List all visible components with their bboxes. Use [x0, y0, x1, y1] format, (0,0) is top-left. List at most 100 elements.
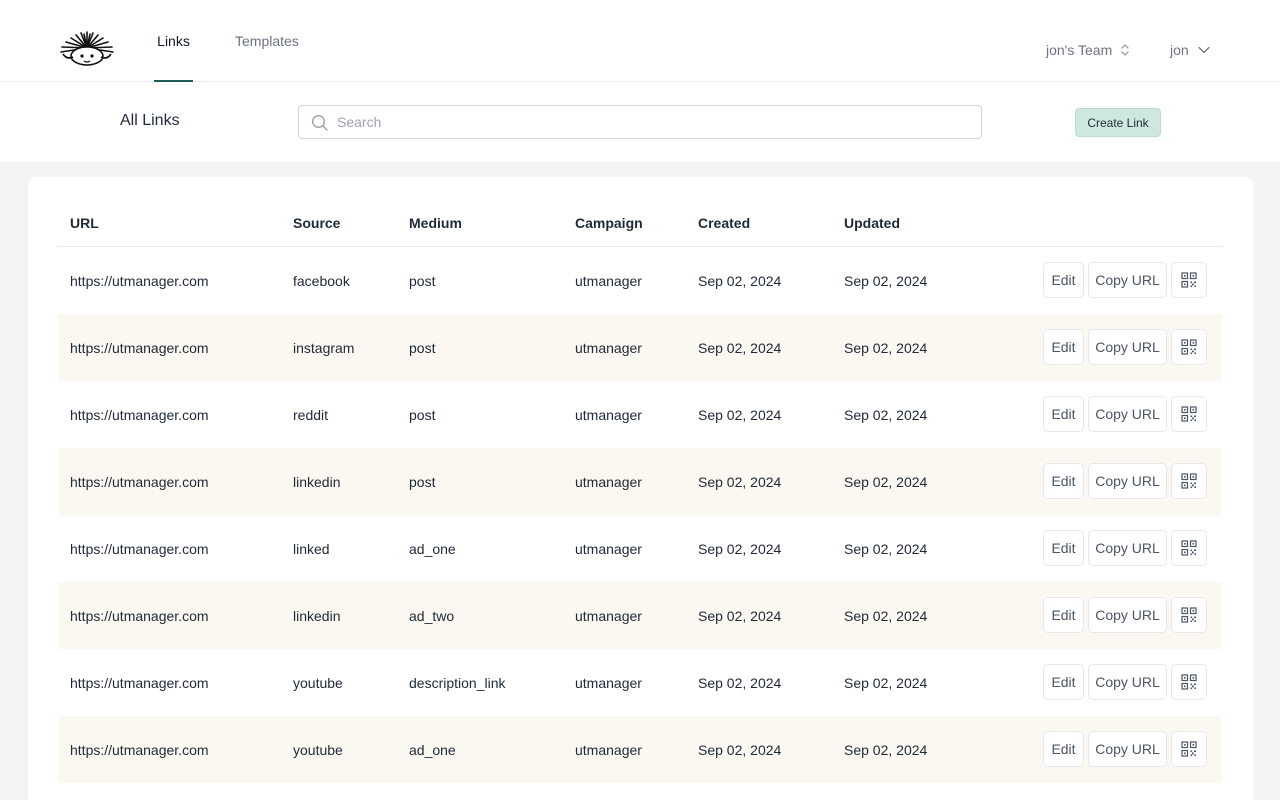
edit-button[interactable]: Edit	[1043, 396, 1084, 432]
cell-source: youtube	[293, 675, 343, 691]
qr-code-button[interactable]	[1171, 396, 1207, 432]
cell-campaign: utmanager	[575, 608, 642, 624]
page-title: All Links	[120, 112, 180, 129]
cell-created: Sep 02, 2024	[698, 742, 782, 758]
tab-templates-label: Templates	[235, 33, 299, 49]
cell-source: linked	[293, 541, 330, 557]
header-medium: Medium	[409, 215, 462, 231]
copy-url-button[interactable]: Copy URL	[1088, 664, 1167, 700]
edit-button[interactable]: Edit	[1043, 597, 1084, 633]
qr-code-icon	[1181, 339, 1197, 355]
copy-url-button[interactable]: Copy URL	[1088, 731, 1167, 767]
team-switcher[interactable]: jon's Team	[1046, 40, 1130, 60]
copy-url-button[interactable]: Copy URL	[1088, 329, 1167, 365]
qr-code-button[interactable]	[1171, 530, 1207, 566]
cell-updated: Sep 02, 2024	[844, 675, 928, 691]
qr-code-button[interactable]	[1171, 262, 1207, 298]
cell-source: linkedin	[293, 608, 341, 624]
table-row: https://utmanager.com linkedin ad_two utman…	[58, 582, 1222, 649]
cell-medium: post	[409, 340, 436, 356]
table-row: https://utmanager.com linkedin post utmanag…	[58, 448, 1222, 515]
cell-created: Sep 02, 2024	[698, 407, 782, 423]
edit-button[interactable]: Edit	[1043, 530, 1084, 566]
cell-campaign: utmanager	[575, 474, 642, 490]
cell-updated: Sep 02, 2024	[844, 474, 928, 490]
header-created: Created	[698, 215, 751, 231]
cell-created: Sep 02, 2024	[698, 675, 782, 691]
cell-medium: post	[409, 407, 436, 423]
user-name: jon	[1170, 42, 1189, 58]
cell-url: https://utmanager.com	[70, 273, 209, 289]
header-updated: Updated	[844, 215, 900, 231]
user-menu[interactable]: jon	[1170, 40, 1210, 60]
chevron-down-icon	[1198, 46, 1210, 54]
row-actions: Edit Copy URL	[1043, 597, 1207, 633]
cell-campaign: utmanager	[575, 541, 642, 557]
cell-created: Sep 02, 2024	[698, 340, 782, 356]
qr-code-icon	[1181, 406, 1197, 422]
qr-code-button[interactable]	[1171, 664, 1207, 700]
hedgehog-logo[interactable]	[57, 30, 117, 70]
table-body: https://utmanager.com facebook post utmanag…	[58, 247, 1222, 783]
qr-code-icon	[1181, 607, 1197, 623]
edit-button[interactable]: Edit	[1043, 463, 1084, 499]
edit-button[interactable]: Edit	[1043, 329, 1084, 365]
cell-source: instagram	[293, 340, 355, 356]
cell-campaign: utmanager	[575, 340, 642, 356]
edit-button[interactable]: Edit	[1043, 664, 1084, 700]
tab-links[interactable]: Links	[154, 0, 193, 82]
qr-code-icon	[1181, 540, 1197, 556]
qr-code-button[interactable]	[1171, 463, 1207, 499]
cell-url: https://utmanager.com	[70, 474, 209, 490]
row-actions: Edit Copy URL	[1043, 329, 1207, 365]
qr-code-button[interactable]	[1171, 329, 1207, 365]
qr-code-icon	[1181, 473, 1197, 489]
cell-source: facebook	[293, 273, 350, 289]
qr-code-button[interactable]	[1171, 731, 1207, 767]
table-header: URL Source Medium Campaign Created Updat…	[58, 177, 1222, 247]
search-icon	[311, 114, 328, 131]
cell-campaign: utmanager	[575, 675, 642, 691]
search-box[interactable]	[298, 105, 982, 139]
cell-medium: ad_one	[409, 742, 456, 758]
cell-source: linkedin	[293, 474, 341, 490]
cell-created: Sep 02, 2024	[698, 541, 782, 557]
tab-templates[interactable]: Templates	[235, 0, 299, 82]
cell-updated: Sep 02, 2024	[844, 407, 928, 423]
cell-updated: Sep 02, 2024	[844, 273, 928, 289]
updown-chevron-icon	[1121, 44, 1129, 56]
create-link-button[interactable]: Create Link	[1075, 108, 1161, 137]
links-table: URL Source Medium Campaign Created Updat…	[58, 177, 1222, 783]
copy-url-button[interactable]: Copy URL	[1088, 463, 1167, 499]
table-row: https://utmanager.com linked ad_one utmanag…	[58, 515, 1222, 582]
row-actions: Edit Copy URL	[1043, 664, 1207, 700]
cell-url: https://utmanager.com	[70, 608, 209, 624]
copy-url-button[interactable]: Copy URL	[1088, 262, 1167, 298]
header-url: URL	[70, 215, 99, 231]
table-row: https://utmanager.com reddit post utmanager…	[58, 381, 1222, 448]
search-input[interactable]	[337, 106, 967, 138]
cell-medium: description_link	[409, 675, 506, 691]
qr-code-icon	[1181, 272, 1197, 288]
cell-created: Sep 02, 2024	[698, 474, 782, 490]
cell-url: https://utmanager.com	[70, 340, 209, 356]
cell-campaign: utmanager	[575, 273, 642, 289]
table-row: https://utmanager.com youtube ad_one utmana…	[58, 716, 1222, 783]
row-actions: Edit Copy URL	[1043, 463, 1207, 499]
row-actions: Edit Copy URL	[1043, 530, 1207, 566]
qr-code-button[interactable]	[1171, 597, 1207, 633]
row-actions: Edit Copy URL	[1043, 396, 1207, 432]
copy-url-button[interactable]: Copy URL	[1088, 530, 1167, 566]
edit-button[interactable]: Edit	[1043, 731, 1084, 767]
header-source: Source	[293, 215, 341, 231]
copy-url-button[interactable]: Copy URL	[1088, 597, 1167, 633]
cell-url: https://utmanager.com	[70, 407, 209, 423]
copy-url-button[interactable]: Copy URL	[1088, 396, 1167, 432]
top-nav: Links Templates jon's Team jon	[0, 0, 1280, 82]
cell-medium: post	[409, 474, 436, 490]
links-toolbar: All Links Create Link	[0, 82, 1280, 162]
row-actions: Edit Copy URL	[1043, 262, 1207, 298]
team-name: jon's Team	[1046, 42, 1113, 58]
edit-button[interactable]: Edit	[1043, 262, 1084, 298]
row-actions: Edit Copy URL	[1043, 731, 1207, 767]
